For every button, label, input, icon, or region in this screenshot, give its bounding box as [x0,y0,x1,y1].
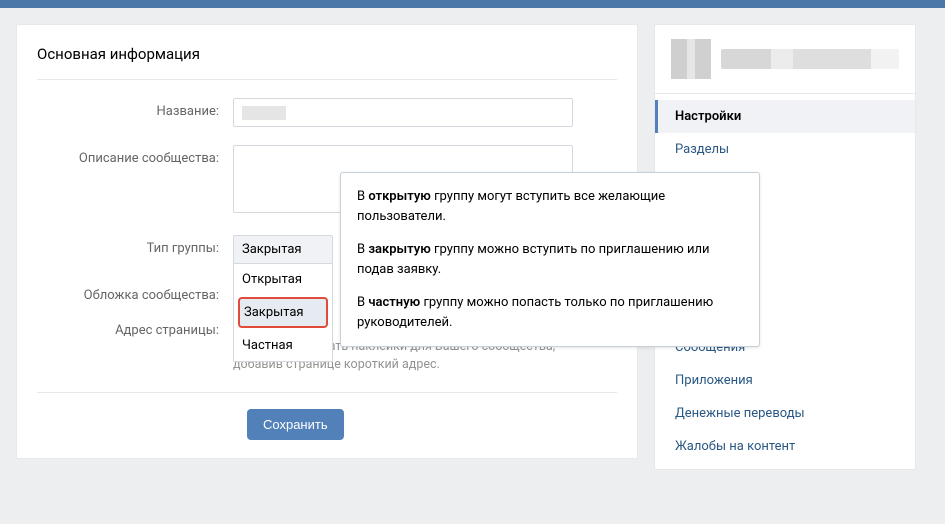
group-type-option-private[interactable]: Частная [234,330,332,361]
page-title: Основная информация [37,45,617,80]
tooltip-bold: частную [368,295,420,310]
save-button[interactable]: Сохранить [247,409,344,440]
sidebar-item-0[interactable]: Настройки [655,100,915,133]
separator [37,392,617,393]
sidebar-item-10[interactable]: Жалобы на контент [655,430,915,463]
community-avatar [671,39,711,79]
community-name-redacted [721,49,899,69]
address-label: Адрес страницы: [37,317,233,338]
tooltip-text: В [357,242,368,257]
sidebar-header [655,25,915,94]
group-type-dropdown[interactable]: Закрытая Открытая Закрытая Частная [233,235,333,264]
tooltip-bold: закрытую [368,242,430,257]
group-type-option-open[interactable]: Открытая [234,264,332,295]
group-type-option-closed[interactable]: Закрытая [238,297,328,328]
main-panel: Основная информация Название: Описание с… [16,24,638,459]
tooltip-bold: открытую [368,189,431,204]
name-label: Название: [37,98,233,119]
top-header-bar [0,0,945,8]
sidebar-item-9[interactable]: Денежные переводы [655,397,915,430]
sidebar-item-1[interactable]: Разделы [655,133,915,166]
cover-label: Обложка сообщества: [37,282,233,303]
tooltip-text: В [357,295,368,310]
sidebar-item-8[interactable]: Приложения [655,364,915,397]
group-type-option-list: Открытая Закрытая Частная [233,264,333,362]
group-type-tooltip: В открытую группу могут вступить все жел… [340,172,760,347]
row-name: Название: [37,98,617,127]
name-value-redacted [242,106,286,120]
tooltip-text: В [357,189,368,204]
description-label: Описание сообщества: [37,145,233,166]
group-type-selected[interactable]: Закрытая [233,235,333,264]
group-type-label: Тип группы: [37,235,233,256]
